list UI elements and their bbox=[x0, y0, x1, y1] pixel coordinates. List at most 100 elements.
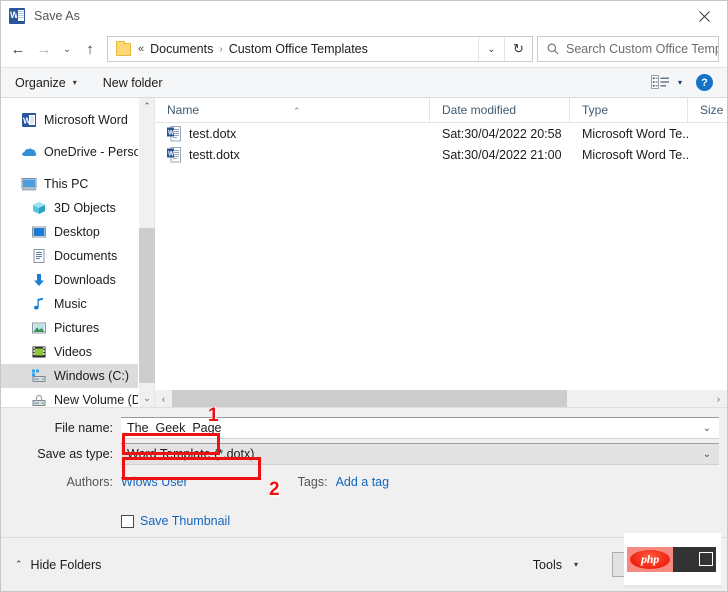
monitor-icon bbox=[21, 176, 37, 192]
word-icon: W bbox=[21, 112, 37, 128]
file-name-row: File name: The_Geek_Page ⌄ bbox=[1, 417, 727, 439]
sidebar-item-music[interactable]: Music bbox=[1, 292, 138, 316]
authors-value[interactable]: Wiows User bbox=[121, 475, 188, 489]
save-thumbnail-label[interactable]: Save Thumbnail bbox=[140, 514, 230, 528]
table-row[interactable]: W testt.dotx Sat:30/04/2022 21:00 Micros… bbox=[155, 144, 727, 165]
file-name-cell: W test.dotx bbox=[155, 125, 430, 142]
authors-label: Authors: bbox=[66, 475, 113, 489]
file-name-value: The_Geek_Page bbox=[127, 421, 222, 435]
column-header-label: Name bbox=[167, 102, 200, 117]
scroll-right-button[interactable]: › bbox=[710, 390, 727, 407]
table-row[interactable]: W test.dotx Sat:30/04/2022 20:58 Microso… bbox=[155, 123, 727, 144]
sidebar-item-onedrive[interactable]: OneDrive - Personal bbox=[1, 140, 138, 164]
close-button[interactable] bbox=[682, 1, 727, 31]
sidebar-item-documents[interactable]: Documents bbox=[1, 244, 138, 268]
sidebar-item-label: Music bbox=[54, 297, 87, 311]
dialog-body: W Microsoft Word OneDrive - Personal bbox=[1, 97, 727, 407]
file-name-input[interactable]: The_Geek_Page ⌄ bbox=[121, 417, 719, 439]
up-button[interactable]: ↑ bbox=[77, 34, 103, 64]
sidebar-item-this-pc[interactable]: This PC bbox=[1, 172, 138, 196]
file-date-cell: Sat:30/04/2022 21:00 bbox=[442, 147, 562, 162]
scroll-left-button[interactable]: ‹ bbox=[155, 390, 172, 407]
php-watermark: php bbox=[624, 533, 721, 588]
tags-label: Tags: bbox=[297, 475, 328, 489]
sidebar-item-label: OneDrive - Personal bbox=[44, 145, 138, 159]
sidebar-item-label: Microsoft Word bbox=[44, 113, 128, 127]
forward-arrow-icon: → bbox=[36, 40, 52, 58]
navigation-bar: ← → ⌄ ↑ « Documents › Custom Office Temp… bbox=[1, 31, 727, 67]
svg-text:W: W bbox=[23, 117, 31, 126]
sidebar-item-videos[interactable]: Videos bbox=[1, 340, 138, 364]
scroll-down-button[interactable]: ⌄ bbox=[139, 390, 155, 407]
column-header-type[interactable]: Type bbox=[570, 97, 688, 123]
breadcrumb-overflow-icon[interactable]: « bbox=[138, 43, 144, 55]
sidebar-item-label: Documents bbox=[54, 249, 118, 263]
sidebar-item-windows-c[interactable]: Windows (C:) bbox=[1, 364, 138, 388]
file-name-label: testt.dotx bbox=[189, 147, 240, 162]
breadcrumb-segment-custom-office-templates[interactable]: Custom Office Templates bbox=[229, 42, 368, 56]
save-as-type-combo[interactable]: Word Template (*.dotx) ⌄ bbox=[121, 443, 719, 465]
window-title: Save As bbox=[34, 9, 80, 23]
column-header-size[interactable]: Size bbox=[688, 98, 727, 123]
scrollbar-thumb[interactable] bbox=[172, 390, 567, 407]
hide-folders-button[interactable]: ⌃ Hide Folders bbox=[15, 558, 101, 572]
chevron-down-icon[interactable]: ⌄ bbox=[695, 423, 719, 434]
back-button[interactable]: ← bbox=[5, 34, 31, 64]
forward-button[interactable]: → bbox=[31, 34, 57, 64]
command-bar-right: ▾ ? bbox=[650, 74, 717, 91]
folder-icon bbox=[116, 40, 131, 56]
svg-text:W: W bbox=[168, 129, 175, 136]
recent-locations-button[interactable]: ⌄ bbox=[57, 34, 77, 64]
new-folder-button[interactable]: New folder bbox=[103, 76, 163, 90]
metadata-row: Authors: Wiows User Tags: Add a tag bbox=[1, 472, 727, 492]
command-bar: Organize ▾ New folder ▾ ? bbox=[1, 67, 727, 98]
save-thumbnail-checkbox[interactable] bbox=[121, 514, 134, 528]
php-logo: php bbox=[627, 546, 673, 572]
scrollbar-thumb[interactable] bbox=[139, 228, 155, 383]
cube-icon bbox=[31, 200, 47, 216]
up-arrow-icon: ↑ bbox=[86, 40, 94, 58]
desktop-icon bbox=[31, 224, 47, 240]
download-arrow-icon bbox=[31, 272, 47, 288]
sidebar-item-desktop[interactable]: Desktop bbox=[1, 220, 138, 244]
sidebar-item-label: Desktop bbox=[54, 225, 100, 239]
search-box[interactable]: Search Custom Office Templ... bbox=[537, 36, 719, 62]
refresh-icon[interactable]: ↻ bbox=[504, 37, 532, 61]
save-as-type-value: Word Template (*.dotx) bbox=[127, 447, 255, 461]
cloud-icon bbox=[21, 144, 37, 160]
view-dropdown-button[interactable]: ▾ bbox=[678, 78, 682, 87]
file-list-horizontal-scrollbar[interactable]: ‹ › bbox=[155, 390, 727, 407]
save-thumbnail-row: Save Thumbnail bbox=[1, 511, 727, 531]
save-as-type-row: Save as type: Word Template (*.dotx) ⌄ bbox=[1, 443, 727, 465]
tools-button[interactable]: Tools ▾ bbox=[533, 558, 578, 572]
chevron-up-icon: ⌃ bbox=[15, 559, 23, 569]
drive-icon bbox=[31, 368, 47, 384]
change-view-icon[interactable] bbox=[650, 75, 670, 90]
organize-button[interactable]: Organize ▾ bbox=[15, 76, 77, 90]
sidebar-item-downloads[interactable]: Downloads bbox=[1, 268, 138, 292]
breadcrumb-segment-documents[interactable]: Documents bbox=[150, 42, 213, 56]
sidebar-item-microsoft-word[interactable]: W Microsoft Word bbox=[1, 108, 138, 132]
column-headers: Name ⌃ Date modified Type Size bbox=[155, 97, 727, 123]
column-header-date-modified[interactable]: Date modified bbox=[430, 97, 570, 123]
sidebar-item-label: This PC bbox=[44, 177, 89, 191]
word-icon bbox=[9, 7, 25, 24]
navigation-pane-scrollbar[interactable]: ⌃ ⌄ bbox=[138, 98, 155, 407]
scroll-up-button[interactable]: ⌃ bbox=[139, 98, 155, 115]
column-header-name[interactable]: Name ⌃ bbox=[155, 97, 430, 123]
add-a-tag-link[interactable]: Add a tag bbox=[336, 475, 390, 489]
address-bar[interactable]: « Documents › Custom Office Templates ⌄ … bbox=[107, 36, 533, 62]
picture-icon bbox=[31, 320, 47, 336]
navigation-pane: W Microsoft Word OneDrive - Personal bbox=[1, 98, 138, 407]
chevron-down-icon[interactable]: ⌄ bbox=[695, 449, 719, 460]
chevron-down-icon: ⌄ bbox=[62, 43, 72, 55]
sidebar-item-3d-objects[interactable]: 3D Objects bbox=[1, 196, 138, 220]
sidebar-item-new-volume-d[interactable]: New Volume (D:) bbox=[1, 388, 138, 407]
drive-icon bbox=[31, 392, 47, 407]
sidebar-item-pictures[interactable]: Pictures bbox=[1, 316, 138, 340]
help-button[interactable]: ? bbox=[696, 74, 713, 91]
search-input[interactable]: Search Custom Office Templ... bbox=[566, 42, 718, 56]
address-dropdown-button[interactable]: ⌄ bbox=[478, 37, 504, 61]
